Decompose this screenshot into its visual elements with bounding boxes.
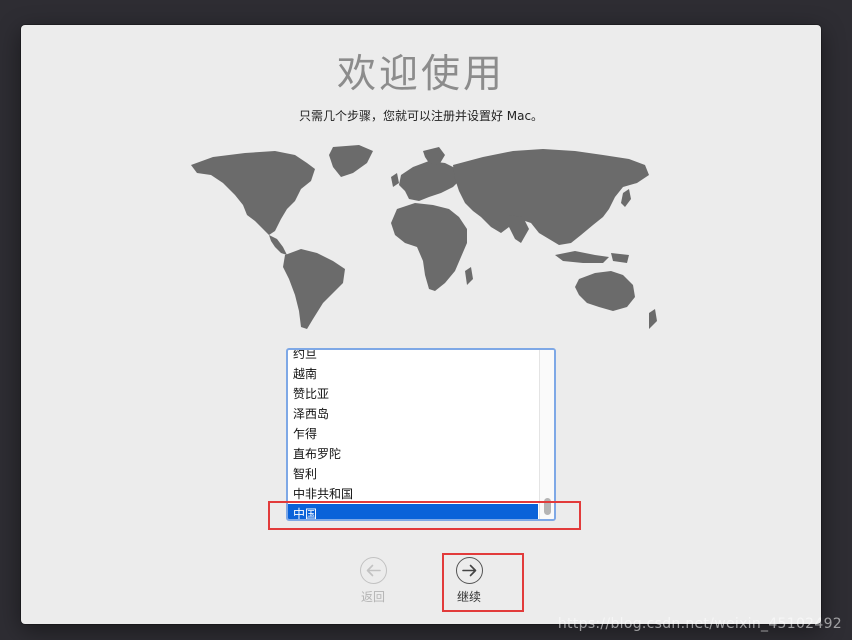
country-list-items: 约旦 越南 赞比亚 泽西岛 乍得 直布罗陀 智利 中非共和国 中国 xyxy=(288,350,538,519)
list-item[interactable]: 赞比亚 xyxy=(288,384,538,404)
map-new-guinea xyxy=(611,253,629,263)
map-new-zealand xyxy=(649,309,657,329)
list-item[interactable]: 越南 xyxy=(288,364,538,384)
map-north-america xyxy=(191,151,315,235)
world-map xyxy=(191,145,657,329)
map-europe xyxy=(399,161,461,201)
map-africa xyxy=(391,203,467,291)
annotation-box-continue xyxy=(442,553,524,612)
list-scrollbar[interactable] xyxy=(539,350,554,519)
map-uk xyxy=(391,173,399,187)
page-title: 欢迎使用 xyxy=(336,52,505,97)
list-item[interactable]: 泽西岛 xyxy=(288,404,538,424)
map-australia xyxy=(575,271,635,311)
map-asia xyxy=(453,149,649,245)
page-subtitle: 只需几个步骤，您就可以注册并设置好 Mac。 xyxy=(298,109,544,123)
list-item[interactable]: 约旦 xyxy=(288,350,538,364)
map-south-america xyxy=(283,249,345,329)
annotation-box-selected-item xyxy=(268,501,581,530)
map-greenland xyxy=(329,145,373,177)
list-item[interactable]: 乍得 xyxy=(288,424,538,444)
map-japan xyxy=(621,189,631,207)
watermark: https://blog.csdn.net/weixin_45102492 xyxy=(557,616,842,632)
country-list[interactable]: 约旦 越南 赞比亚 泽西岛 乍得 直布罗陀 智利 中非共和国 中国 xyxy=(286,348,556,521)
back-button[interactable]: 返回 xyxy=(343,557,403,605)
map-central-america xyxy=(269,235,287,255)
list-item[interactable]: 智利 xyxy=(288,464,538,484)
list-item[interactable]: 直布罗陀 xyxy=(288,444,538,464)
map-indonesia xyxy=(555,251,609,263)
setup-assistant-window: 欢迎使用 只需几个步骤，您就可以注册并设置好 Mac。 约旦 越南 赞比亚 泽西… xyxy=(21,25,821,624)
back-arrow-icon xyxy=(359,557,387,584)
map-madagascar xyxy=(465,267,473,285)
back-button-label: 返回 xyxy=(360,590,385,604)
